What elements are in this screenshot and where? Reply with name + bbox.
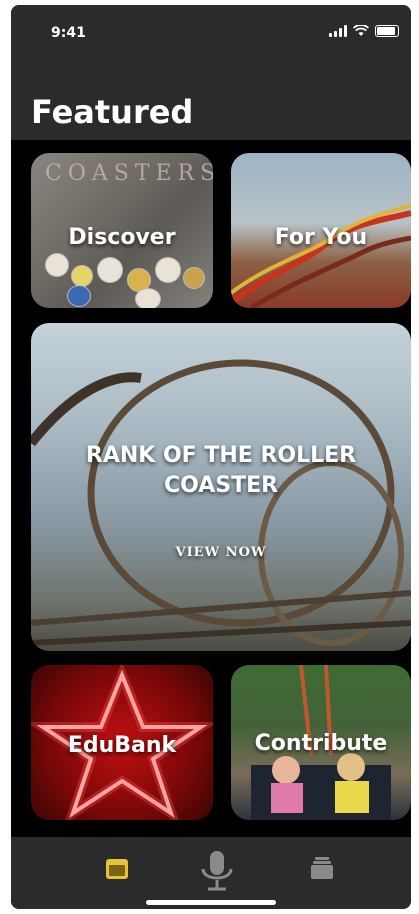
- for-you-label: For You: [274, 225, 368, 250]
- view-now-link[interactable]: VIEW NOW: [31, 545, 411, 560]
- library-icon: [311, 857, 333, 879]
- app-screen: 9:41 Featured COASTERS Discover For You …: [11, 5, 411, 909]
- tab-bar: [11, 837, 411, 909]
- status-indicators: [329, 25, 399, 37]
- rank-title: RANK OF THE ROLLER COASTER: [85, 443, 357, 498]
- tab-library[interactable]: [301, 851, 341, 887]
- home-indicator[interactable]: [146, 900, 276, 905]
- cellular-signal-icon: [329, 25, 347, 37]
- tab-voice[interactable]: [197, 851, 237, 891]
- edubank-label: EduBank: [67, 733, 177, 758]
- rank-roller-coaster-banner[interactable]: RANK OF THE ROLLER COASTER VIEW NOW: [31, 323, 411, 651]
- for-you-tile[interactable]: For You: [231, 153, 411, 308]
- edubank-tile[interactable]: EduBank: [31, 665, 213, 820]
- featured-icon: [106, 859, 128, 879]
- microphone-icon: [201, 851, 233, 891]
- contribute-label: Contribute: [254, 731, 388, 756]
- page-title: Featured: [31, 93, 194, 131]
- discover-tile[interactable]: COASTERS Discover: [31, 153, 213, 308]
- tab-featured[interactable]: [97, 851, 137, 887]
- contribute-tile[interactable]: Contribute: [231, 665, 411, 820]
- discover-label: Discover: [68, 225, 176, 250]
- status-time: 9:41: [51, 25, 86, 41]
- wifi-icon: [353, 25, 369, 36]
- header: 9:41 Featured: [11, 5, 411, 140]
- battery-icon: [375, 25, 399, 37]
